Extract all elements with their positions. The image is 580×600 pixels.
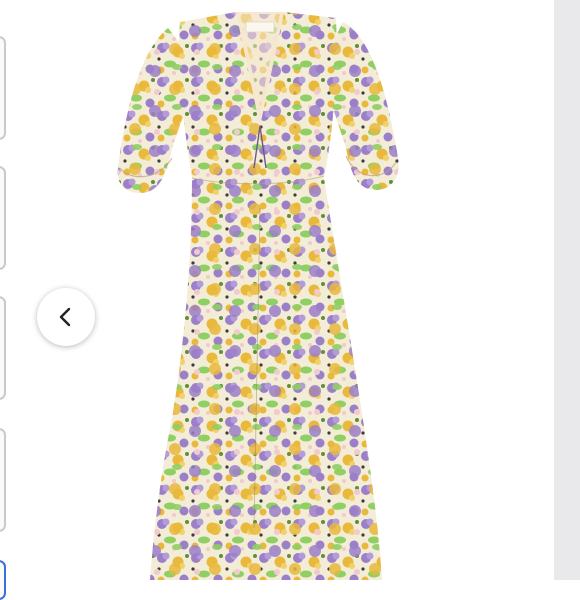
thumbnail-5-selected[interactable] [0, 560, 6, 600]
thumbnail-strip [0, 0, 7, 600]
brand-label [245, 21, 275, 33]
next-image-peek[interactable] [554, 0, 580, 580]
thumbnail-2[interactable] [0, 166, 6, 270]
thumbnail-3[interactable] [0, 296, 6, 400]
image-viewer [0, 0, 580, 600]
product-image-floral-dress [117, 12, 399, 580]
thumbnail-1[interactable] [0, 36, 6, 140]
thumbnail-4[interactable] [0, 428, 6, 532]
previous-image-button[interactable] [37, 288, 95, 346]
chevron-left-icon [55, 306, 77, 328]
